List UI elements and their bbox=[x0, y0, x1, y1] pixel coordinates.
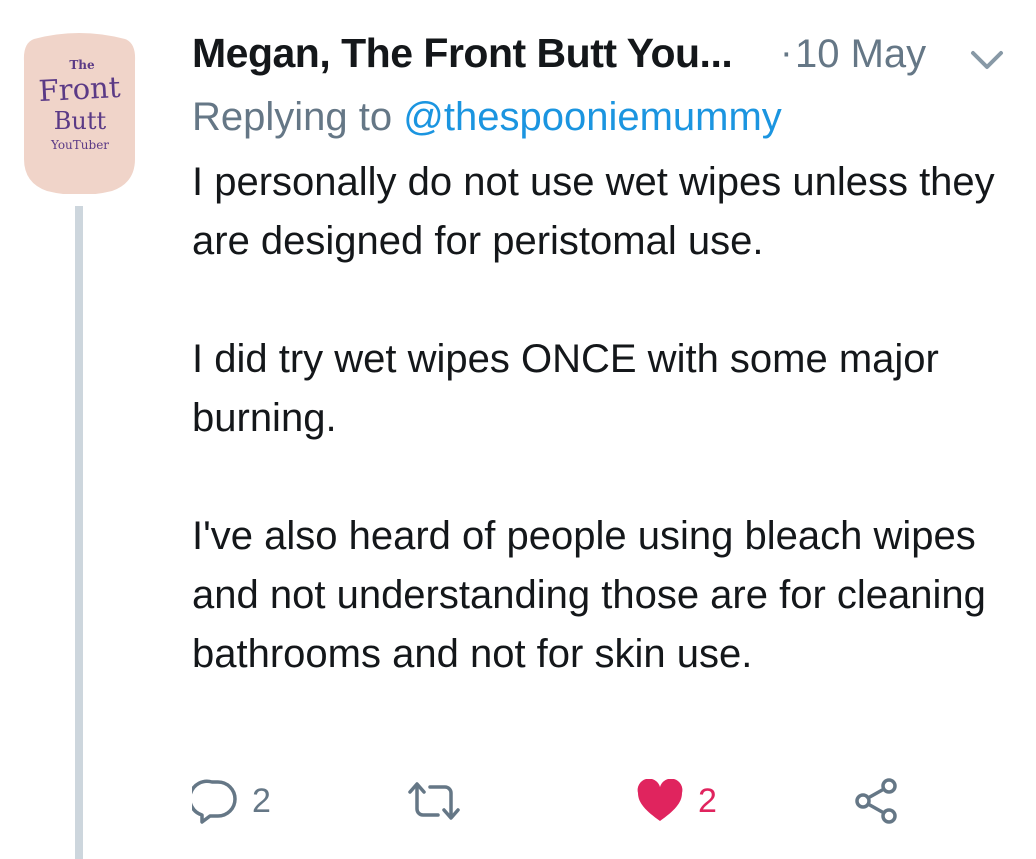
separator-dot: · bbox=[780, 32, 793, 74]
avatar-text-line1: The bbox=[69, 58, 95, 72]
chevron-down-icon[interactable] bbox=[970, 50, 1004, 70]
heart-icon bbox=[637, 779, 683, 821]
reply-icon bbox=[192, 779, 237, 824]
tweet-text: I personally do not use wet wipes unless… bbox=[192, 153, 1012, 743]
author-name[interactable]: Megan, The Front Butt You... bbox=[192, 30, 733, 77]
tweet-header: Megan, The Front Butt You... · 10 May bbox=[192, 24, 1022, 84]
avatar-text-line3: Butt bbox=[54, 107, 107, 135]
like-button[interactable]: 2 bbox=[636, 768, 717, 834]
share-button[interactable] bbox=[852, 768, 900, 834]
replying-prefix: Replying to bbox=[192, 95, 393, 139]
share-icon bbox=[855, 778, 897, 824]
thread-line bbox=[75, 206, 83, 859]
replying-handle-link[interactable]: @thespooniemummy bbox=[403, 95, 782, 139]
retweet-button[interactable] bbox=[406, 768, 462, 834]
retweet-icon bbox=[408, 782, 460, 820]
tweet-paragraph: I did try wet wipes ONCE with some major… bbox=[192, 337, 939, 440]
tweet-paragraph: I've also heard of people using bleach w… bbox=[192, 514, 986, 676]
like-count: 2 bbox=[698, 781, 717, 820]
replying-to: Replying to @thespooniemummy bbox=[192, 95, 782, 140]
avatar-text-line2: Front bbox=[38, 70, 122, 108]
reply-button[interactable]: 2 bbox=[192, 768, 271, 834]
action-bar: 2 2 bbox=[192, 768, 1022, 834]
avatar[interactable]: The Front Butt YouTuber bbox=[22, 31, 137, 195]
tweet-paragraph: I personally do not use wet wipes unless… bbox=[192, 160, 995, 263]
avatar-image: The Front Butt YouTuber bbox=[23, 33, 136, 195]
tweet-date[interactable]: 10 May bbox=[795, 32, 926, 77]
avatar-text-line4: YouTuber bbox=[50, 138, 109, 152]
reply-count: 2 bbox=[252, 781, 271, 820]
